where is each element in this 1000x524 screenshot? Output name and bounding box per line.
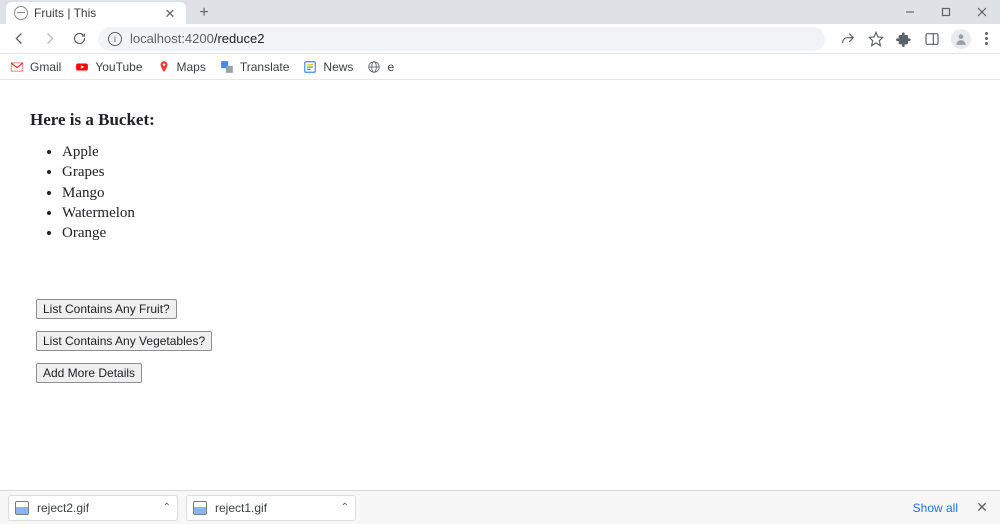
list-item: Grapes [62,162,970,182]
gmail-icon [10,60,24,74]
bookmark-news[interactable]: News [303,60,353,74]
bookmark-translate[interactable]: Translate [220,60,290,74]
extensions-icon[interactable] [895,30,913,48]
share-icon[interactable] [839,30,857,48]
close-tab-icon[interactable]: ✕ [162,5,178,21]
add-more-details-button[interactable]: Add More Details [36,363,142,383]
star-icon[interactable] [867,30,885,48]
bookmarks-bar: Gmail YouTube Maps Translate News e [0,54,1000,80]
close-downloads-bar-icon[interactable]: ✕ [972,498,992,518]
maximize-button[interactable] [928,0,964,24]
download-item[interactable]: reject2.gif ⌃ [8,495,178,521]
new-tab-button[interactable]: + [192,2,216,24]
translate-icon [220,60,234,74]
list-item: Mango [62,183,970,203]
news-icon [303,60,317,74]
bookmark-e[interactable]: e [367,60,394,74]
window-controls [892,0,1000,24]
address-bar[interactable]: i localhost:4200/reduce2 [98,27,825,51]
list-item: Orange [62,223,970,243]
site-info-icon[interactable]: i [108,32,122,46]
tab-strip: Fruits | This ✕ + [0,0,1000,24]
file-icon [193,501,207,515]
file-icon [15,501,29,515]
back-button[interactable] [8,28,30,50]
check-vegetables-button[interactable]: List Contains Any Vegetables? [36,331,212,351]
page-content: Here is a Bucket: Apple Grapes Mango Wat… [0,80,1000,383]
chevron-up-icon[interactable]: ⌃ [341,502,349,513]
profile-avatar[interactable] [951,29,971,49]
download-filename: reject2.gif [37,501,155,515]
bookmark-maps[interactable]: Maps [157,60,206,74]
side-panel-icon[interactable] [923,30,941,48]
forward-button[interactable] [38,28,60,50]
window-close-button[interactable] [964,0,1000,24]
fruit-list: Apple Grapes Mango Watermelon Orange [30,142,970,243]
youtube-icon [75,60,89,74]
bookmark-gmail[interactable]: Gmail [10,60,61,74]
browser-toolbar: i localhost:4200/reduce2 [0,24,1000,54]
chevron-up-icon[interactable]: ⌃ [163,502,171,513]
show-all-downloads-link[interactable]: Show all [913,501,958,515]
maps-icon [157,60,171,74]
browser-tab[interactable]: Fruits | This ✕ [6,2,186,24]
reload-button[interactable] [68,28,90,50]
chrome-menu-icon[interactable] [981,32,992,45]
list-item: Watermelon [62,203,970,223]
minimize-button[interactable] [892,0,928,24]
page-heading: Here is a Bucket: [30,110,970,130]
check-fruit-button[interactable]: List Contains Any Fruit? [36,299,177,319]
tab-title: Fruits | This [34,6,156,20]
globe-icon [367,60,381,74]
bookmark-youtube[interactable]: YouTube [75,60,142,74]
list-item: Apple [62,142,970,162]
globe-icon [14,6,28,20]
downloads-bar: reject2.gif ⌃ reject1.gif ⌃ Show all ✕ [0,490,1000,524]
download-item[interactable]: reject1.gif ⌃ [186,495,356,521]
download-filename: reject1.gif [215,501,333,515]
url-text: localhost:4200/reduce2 [130,31,264,46]
